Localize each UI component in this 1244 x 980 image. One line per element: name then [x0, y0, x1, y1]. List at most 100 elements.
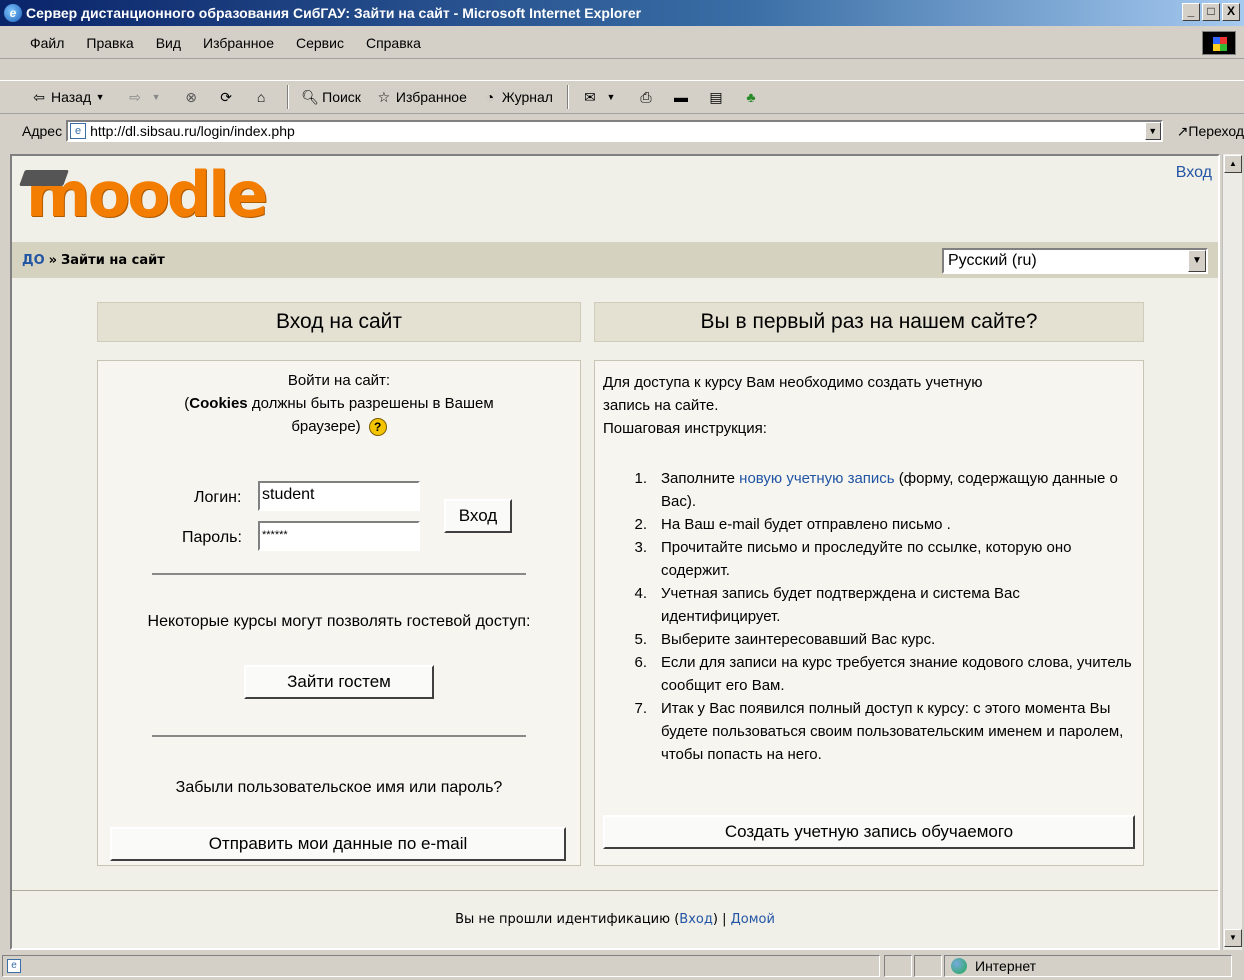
chevron-down-icon: ▼ [606, 92, 616, 102]
menu-help[interactable]: Справка [366, 35, 421, 51]
vertical-scrollbar[interactable]: ▲ ▼ [1222, 154, 1242, 950]
send-email-button[interactable]: Отправить мои данные по e-mail [110, 827, 566, 861]
discuss-button[interactable]: ▤ [707, 88, 728, 106]
login-intro-line1: Войти на сайт: [287, 372, 391, 389]
footer-home-link[interactable]: Домой [731, 912, 775, 927]
step-number: 5. [634, 631, 647, 648]
history-icon: ◔ [485, 89, 495, 105]
list-item: 7. Итак у Вас появился полный доступ к ку… [623, 697, 1137, 766]
menu-favorites[interactable]: Избранное [203, 35, 274, 51]
breadcrumb-home-link[interactable]: ДО [22, 253, 45, 268]
menu-view[interactable]: Вид [156, 35, 181, 51]
window-titlebar: e Сервер дистанционного образования СибГ… [0, 0, 1244, 26]
window-controls: _ □ X [1182, 3, 1240, 21]
step-number: 1. [634, 470, 647, 487]
toolbar-separator [566, 85, 569, 109]
logo-text: moodle [26, 158, 268, 231]
standard-toolbar: ⇦ Назад ▼ ⇨ ▼ ⊗ ⟳ ⌂ 🔍︎ Поиск ☆ Избранное… [0, 80, 1244, 114]
print-button[interactable]: ⎙ [637, 88, 658, 106]
footer-status-text: Вы не прошли идентификацию [455, 912, 671, 927]
close-button[interactable]: X [1222, 3, 1240, 21]
step-number: 4. [634, 585, 647, 602]
messenger-button[interactable]: ♣ [742, 88, 763, 106]
login-divider [152, 573, 526, 575]
moodle-logo[interactable]: moodle [19, 158, 268, 231]
password-label: Пароль: [182, 529, 242, 546]
go-button[interactable]: ↗Переход [1177, 123, 1244, 140]
graduation-cap-icon [19, 170, 69, 186]
create-account-button[interactable]: Создать учетную запись обучаемого [603, 815, 1135, 849]
menu-edit[interactable]: Правка [86, 35, 133, 51]
help-icon[interactable]: ? [368, 418, 387, 437]
navbar: ДО » Зайти на сайт Русский (ru) ▼ [12, 242, 1218, 278]
maximize-button[interactable]: □ [1202, 3, 1220, 21]
address-url: http://dl.sibsau.ru/login/index.php [90, 123, 295, 139]
history-label: Журнал [501, 89, 553, 105]
step-text: Выберите заинтересовавший Вас курс. [661, 631, 936, 648]
language-value: Русский (ru) [948, 252, 1037, 269]
login-submit-button[interactable]: Вход [444, 499, 512, 533]
page-status-icon: e [7, 959, 21, 973]
page-header: moodle Вход [12, 156, 1218, 238]
favorites-button[interactable]: ☆ Избранное [375, 88, 467, 106]
favorites-label: Избранное [395, 89, 467, 105]
go-arrow-icon: ↗ [1176, 122, 1189, 139]
password-input[interactable]: ****** [258, 521, 420, 551]
login-intro-line3: браузере)? [98, 415, 580, 438]
list-item: 3. Прочитайте письмо и проследуйте по ссы… [623, 536, 1137, 582]
language-select[interactable]: Русский (ru) ▼ [942, 248, 1208, 274]
stop-button[interactable]: ⊗ [182, 88, 203, 106]
footer-divider-char: | [722, 912, 727, 927]
printer-icon: ⎙ [640, 89, 652, 105]
refresh-icon: ⟳ [220, 89, 232, 105]
refresh-button[interactable]: ⟳ [217, 88, 238, 106]
messenger-icon: ♣ [746, 89, 756, 105]
step-text: На Ваш e-mail будет отправлено письмо . [661, 516, 951, 533]
guest-login-button[interactable]: Зайти гостем [244, 665, 434, 699]
edit-icon: ▬ [673, 89, 688, 105]
step-number: 3. [634, 539, 647, 556]
window-title: Сервер дистанционного образования СибГАУ… [26, 5, 642, 21]
address-field[interactable]: e http://dl.sibsau.ru/login/index.php ▼ [66, 120, 1163, 142]
cookies-rest: должны быть разрешены в Вашем [247, 395, 494, 412]
guest-note: Некоторые курсы могут позволять гостевой… [147, 613, 531, 630]
login-box: Войти на сайт: (Cookies должны быть разр… [97, 360, 581, 866]
globe-icon [951, 958, 967, 974]
footer-login-link[interactable]: Вход [679, 912, 713, 927]
ie-icon: e [4, 4, 22, 22]
search-icon: 🔍︎ [301, 89, 320, 105]
mail-button[interactable]: ✉ ▼ [581, 88, 623, 106]
menu-file[interactable]: Файл [30, 35, 64, 51]
home-button[interactable]: ⌂ [252, 88, 273, 106]
address-dropdown-icon[interactable]: ▼ [1144, 122, 1161, 140]
login-intro-line2: (Cookies должны быть разрешены в Вашем [98, 392, 580, 415]
step-number: 2. [634, 516, 647, 533]
chevron-down-icon: ▼ [95, 92, 105, 102]
page-viewport: moodle Вход ДО » Зайти на сайт Русский (… [10, 154, 1220, 950]
edit-button[interactable]: ▬ [672, 88, 693, 106]
status-bar: e Интернет [0, 952, 1244, 980]
zone-label: Интернет [975, 958, 1037, 974]
search-button[interactable]: 🔍︎ Поиск [301, 88, 361, 106]
forgot-note: Забыли пользовательское имя или пароль? [175, 779, 503, 796]
username-input[interactable]: student [258, 481, 420, 511]
guest-divider [152, 735, 526, 737]
menu-bar: Файл Правка Вид Избранное Сервис Справка [0, 27, 1244, 59]
minimize-button[interactable]: _ [1182, 3, 1200, 21]
menu-tools[interactable]: Сервис [296, 35, 344, 51]
step-text-pre: Заполните [661, 470, 740, 487]
forward-button[interactable]: ⇨ ▼ [126, 88, 168, 106]
signup-intro: Для доступа к курсу Вам необходимо созда… [603, 371, 1123, 440]
history-button[interactable]: ◔ Журнал [481, 88, 553, 106]
header-login-link[interactable]: Вход [1176, 164, 1212, 182]
signup-box: Для доступа к курсу Вам необходимо созда… [594, 360, 1144, 866]
login-heading: Вход на сайт [97, 302, 581, 342]
login-intro: Войти на сайт: (Cookies должны быть разр… [98, 369, 580, 438]
star-icon: ☆ [377, 89, 391, 105]
back-button[interactable]: ⇦ Назад ▼ [30, 88, 112, 106]
address-label: Адрес [22, 123, 63, 139]
scroll-down-icon[interactable]: ▼ [1224, 929, 1242, 947]
new-account-link[interactable]: новую учетную запись [739, 470, 894, 487]
scroll-up-icon[interactable]: ▲ [1224, 155, 1242, 173]
toolbar-separator [287, 85, 290, 109]
